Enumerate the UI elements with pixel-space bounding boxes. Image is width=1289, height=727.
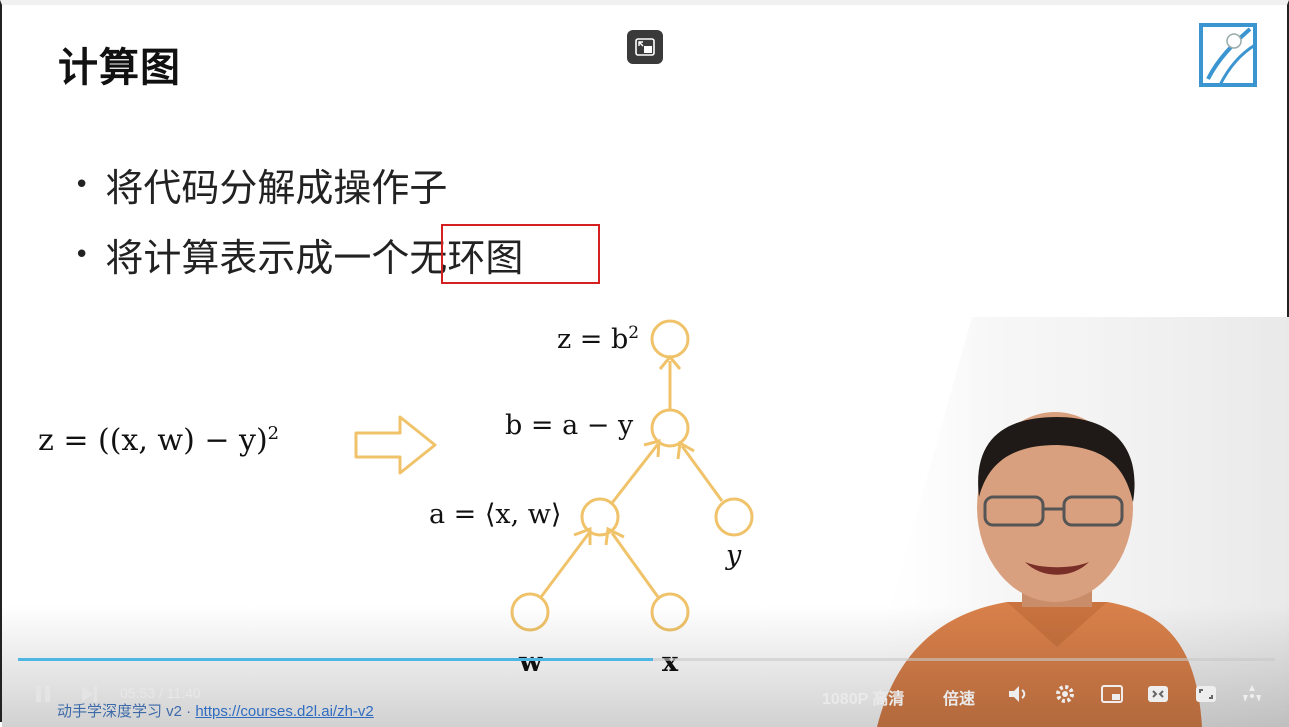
fullscreen-icon[interactable]: [1194, 682, 1218, 706]
formula-text: z = ((x, w) − y): [38, 423, 268, 458]
edge-x-a: [610, 532, 660, 598]
bullet-dot: •: [74, 169, 90, 200]
bullet-dot: •: [74, 239, 90, 270]
node-y: [714, 497, 754, 537]
formula: z = ((x, w) − y)2: [38, 423, 279, 458]
footer-caption: 动手学深度学习 v2 · https://courses.d2l.ai/zh-v…: [57, 700, 374, 721]
label-a: a = ⟨x, w⟩: [429, 499, 562, 530]
volume-icon[interactable]: [1006, 682, 1030, 706]
course-link[interactable]: https://courses.d2l.ai/zh-v2: [195, 703, 373, 720]
pip-button[interactable]: [627, 30, 663, 64]
quality-button[interactable]: 1080P 高清: [822, 685, 904, 709]
label-b: b = a − y: [505, 410, 634, 441]
progress-bar[interactable]: [18, 658, 1275, 661]
bullet-1: • 将代码分解成操作子: [74, 157, 447, 212]
time-total: 11:40: [166, 685, 201, 701]
danmaku-icon[interactable]: [1240, 682, 1264, 706]
formula-superscript: 2: [267, 423, 280, 444]
video-frame[interactable]: 计算图 • 将代码分解成操作子 • 将计算表示成一个 无环图 z = ((x, w…: [0, 0, 1289, 727]
transform-arrow-icon: [354, 415, 437, 475]
speed-button[interactable]: 倍速: [943, 685, 975, 709]
node-z: [650, 319, 690, 359]
time-display: 05:53 / 11:40: [120, 685, 201, 701]
bullet-1-text: 将代码分解成操作子: [105, 166, 448, 210]
time-separator: /: [158, 685, 163, 701]
settings-icon[interactable]: [1053, 682, 1077, 706]
d2l-logo-icon: [1199, 23, 1257, 87]
label-z: z = b2: [557, 323, 640, 355]
slide-title: 计算图: [58, 45, 181, 91]
progress-fill: [18, 658, 653, 661]
pip-window-icon[interactable]: [1100, 682, 1124, 706]
label-y: y: [726, 540, 742, 571]
highlight-annotation-box: [441, 224, 600, 284]
footer-course: 动手学深度学习 v2 ·: [57, 703, 196, 720]
pip-icon: [635, 38, 655, 56]
bullet-2-text: 将计算表示成一个: [105, 236, 410, 280]
edge-w-a: [539, 532, 591, 598]
play-pause-icon[interactable]: [32, 683, 54, 705]
edge-a-b: [610, 443, 660, 504]
time-current: 05:53: [120, 685, 156, 701]
widescreen-icon[interactable]: [1146, 682, 1170, 706]
edge-y-b: [680, 445, 724, 502]
